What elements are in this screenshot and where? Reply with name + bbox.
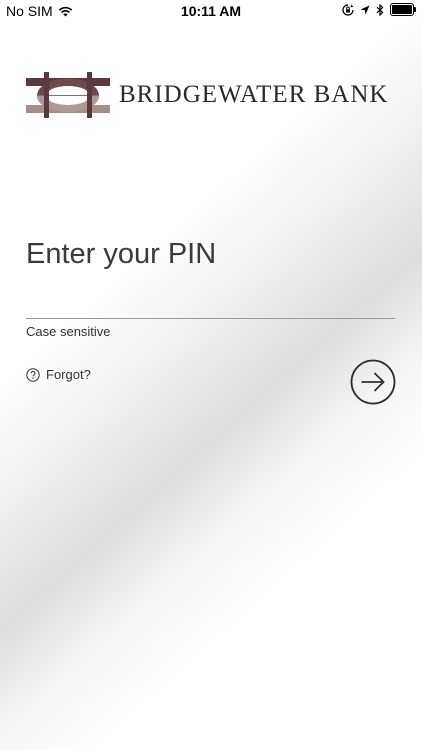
- help-icon: [26, 367, 40, 382]
- pin-title: Enter your PIN: [26, 238, 217, 270]
- forgot-link[interactable]: Forgot?: [26, 367, 91, 382]
- bluetooth-icon: [376, 3, 384, 16]
- bank-name: BRIDGEWATER BANK: [119, 81, 389, 108]
- pin-input[interactable]: [26, 286, 395, 319]
- battery-icon: [390, 3, 416, 16]
- pin-hint: Case sensitive: [26, 324, 111, 339]
- rotation-lock-icon: [342, 3, 354, 16]
- location-icon: [360, 5, 370, 14]
- forgot-label: Forgot?: [46, 367, 91, 382]
- arrow-right-circle-icon[interactable]: [350, 359, 396, 405]
- bank-logo-icon: [26, 72, 110, 118]
- status-bar: No SIM 10:11 AM: [0, 0, 422, 22]
- bank-logo: BRIDGEWATER BANK: [26, 72, 388, 118]
- status-right: [342, 3, 416, 16]
